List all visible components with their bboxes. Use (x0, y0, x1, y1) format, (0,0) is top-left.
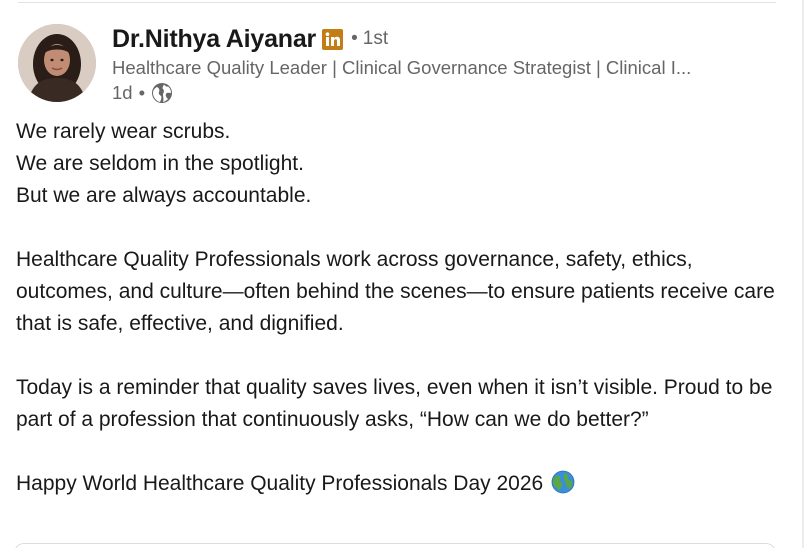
closing-text: Happy World Healthcare Quality Professio… (16, 472, 544, 495)
post-paragraph-closing: Happy World Healthcare Quality Professio… (16, 468, 786, 500)
post-paragraph: Healthcare Quality Professionals work ac… (16, 248, 775, 335)
earth-globe-emoji (551, 470, 575, 494)
name-row: Dr.Nithya Aiyanar • 1st (112, 24, 764, 54)
avatar[interactable] (18, 24, 96, 102)
degree-label: 1st (362, 28, 389, 49)
post-time[interactable]: 1d (112, 82, 133, 104)
globe-icon (151, 82, 173, 104)
post-body: We rarely wear scrubs. We are seldom in … (16, 116, 786, 500)
post-paragraph: Today is a reminder that quality saves l… (16, 376, 773, 431)
connection-degree: • 1st (351, 28, 389, 49)
comment-card-edge (14, 543, 776, 548)
meta-separator: • (138, 82, 146, 103)
post-meta: 1d • (112, 80, 764, 106)
post-header: Dr.Nithya Aiyanar • 1st Healthcare Qualit… (18, 24, 764, 104)
post-line: We are seldom in the spotlight. (16, 152, 304, 175)
author-name[interactable]: Dr.Nithya Aiyanar (112, 25, 316, 54)
author-block: Dr.Nithya Aiyanar • 1st Healthcare Qualit… (112, 24, 764, 106)
post-line: But we are always accountable. (16, 184, 312, 207)
post-line: We rarely wear scrubs. (16, 120, 231, 143)
linkedin-icon (322, 28, 344, 50)
author-headline: Healthcare Quality Leader | Clinical Gov… (112, 57, 692, 78)
top-divider (18, 2, 776, 3)
